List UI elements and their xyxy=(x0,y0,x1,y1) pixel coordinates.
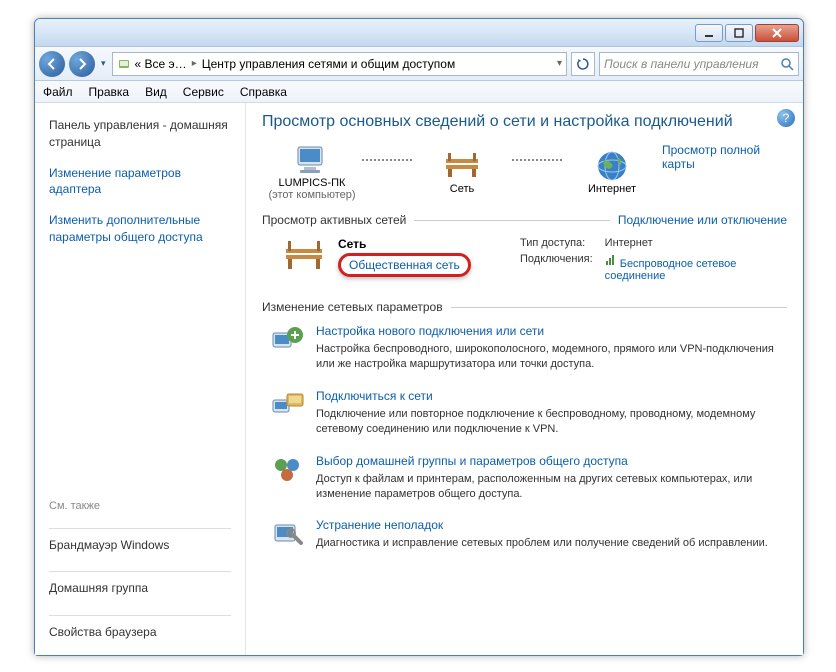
active-network-row: Сеть Общественная сеть Тип доступа: Инте… xyxy=(262,237,787,282)
sidebar-home[interactable]: Панель управления - домашняя страница xyxy=(49,117,231,151)
network-type-link[interactable]: Общественная сеть xyxy=(349,258,460,272)
crumb-1[interactable]: « Все э… xyxy=(135,57,187,71)
sidebar: Панель управления - домашняя страница Из… xyxy=(35,103,245,655)
network-label: Сеть xyxy=(450,183,474,195)
task-connect-network: Подключиться к сети Подключение или повт… xyxy=(262,389,787,438)
task-desc: Подключение или повторное подключение к … xyxy=(316,407,787,438)
highlight-pill: Общественная сеть xyxy=(338,253,471,277)
sidebar-homegroup[interactable]: Домашняя группа xyxy=(49,580,231,597)
task-new-connection: Настройка нового подключения или сети На… xyxy=(262,324,787,373)
access-type-label: Тип доступа: xyxy=(520,237,593,249)
window: ▾ « Все э… ▸ Центр управления сетями и о… xyxy=(34,18,804,656)
change-params-label: Изменение сетевых параметров xyxy=(262,300,443,314)
wifi-icon xyxy=(605,253,617,267)
connections-label: Подключения: xyxy=(520,253,593,282)
network-map: LUMPICS-ПК (этот компьютер) Сеть xyxy=(262,143,787,201)
task-title[interactable]: Настройка нового подключения или сети xyxy=(316,324,787,338)
menu-view[interactable]: Вид xyxy=(145,85,167,99)
task-desc: Доступ к файлам и принтерам, расположенн… xyxy=(316,472,787,503)
main-content: ? Просмотр основных сведений о сети и на… xyxy=(245,103,803,655)
connect-network-icon xyxy=(270,389,306,419)
menu-edit[interactable]: Правка xyxy=(89,85,130,99)
navbar: ▾ « Все э… ▸ Центр управления сетями и о… xyxy=(35,47,803,81)
bench-icon xyxy=(282,237,326,275)
address-dropdown-icon[interactable]: ▾ xyxy=(557,58,566,69)
task-desc: Диагностика и исправление сетевых пробле… xyxy=(316,536,768,551)
help-icon[interactable]: ? xyxy=(777,109,795,127)
network-properties: Тип доступа: Интернет Подключения: Беспр… xyxy=(520,237,787,282)
pc-sub: (этот компьютер) xyxy=(268,189,355,201)
map-item-pc: LUMPICS-ПК (этот компьютер) xyxy=(262,143,362,201)
task-desc: Настройка беспроводного, широкополосного… xyxy=(316,342,787,373)
connect-disconnect-link[interactable]: Подключение или отключение xyxy=(618,213,787,227)
menu-help[interactable]: Справка xyxy=(240,85,287,99)
network-name: Сеть xyxy=(338,237,508,251)
sidebar-sharing-settings[interactable]: Изменить дополнительные параметры общего… xyxy=(49,212,231,246)
menubar: Файл Правка Вид Сервис Справка xyxy=(35,81,803,103)
back-button[interactable] xyxy=(39,51,65,77)
new-connection-icon xyxy=(270,324,306,354)
task-title[interactable]: Устранение неполадок xyxy=(316,518,768,532)
task-troubleshoot: Устранение неполадок Диагностика и испра… xyxy=(262,518,787,551)
address-bar[interactable]: « Все э… ▸ Центр управления сетями и общ… xyxy=(112,52,567,76)
task-title[interactable]: Выбор домашней группы и параметров общег… xyxy=(316,454,787,468)
close-button[interactable] xyxy=(755,24,799,42)
search-placeholder: Поиск в панели управления xyxy=(604,57,759,71)
map-item-internet: Интернет xyxy=(562,149,662,195)
network-details: Сеть Общественная сеть xyxy=(338,237,508,277)
map-connector xyxy=(512,159,562,161)
bench-icon xyxy=(442,149,482,183)
connection-link[interactable]: Беспроводное сетевое соединение xyxy=(605,258,737,282)
troubleshoot-icon xyxy=(270,518,306,548)
full-map-link[interactable]: Просмотр полной карты xyxy=(662,143,787,171)
active-networks-label: Просмотр активных сетей xyxy=(262,213,406,227)
crumb-2[interactable]: Центр управления сетями и общим доступом xyxy=(202,57,456,71)
search-icon[interactable] xyxy=(780,57,794,71)
globe-icon xyxy=(592,149,632,183)
breadcrumb[interactable]: « Все э… ▸ Центр управления сетями и общ… xyxy=(135,57,456,71)
maximize-button[interactable] xyxy=(725,24,753,42)
titlebar xyxy=(35,19,803,47)
homegroup-icon xyxy=(270,454,306,484)
see-also-label: См. также xyxy=(49,500,231,512)
menu-file[interactable]: Файл xyxy=(43,85,73,99)
sidebar-firewall[interactable]: Брандмауэр Windows xyxy=(49,537,231,554)
task-homegroup: Выбор домашней группы и параметров общег… xyxy=(262,454,787,503)
map-item-network: Сеть xyxy=(412,149,512,195)
menu-service[interactable]: Сервис xyxy=(183,85,224,99)
active-networks-header: Просмотр активных сетей Подключение или … xyxy=(262,213,787,227)
computer-icon xyxy=(292,143,332,177)
history-dropdown-icon[interactable]: ▾ xyxy=(99,58,108,69)
sidebar-browser[interactable]: Свойства браузера xyxy=(49,624,231,641)
minimize-button[interactable] xyxy=(695,24,723,42)
internet-label: Интернет xyxy=(588,183,636,195)
change-params-header: Изменение сетевых параметров xyxy=(262,300,787,314)
body: Панель управления - домашняя страница Из… xyxy=(35,103,803,655)
refresh-button[interactable] xyxy=(571,52,595,76)
task-title[interactable]: Подключиться к сети xyxy=(316,389,787,403)
map-connector xyxy=(362,159,412,161)
sidebar-adapter-settings[interactable]: Изменение параметров адаптера xyxy=(49,165,231,199)
page-title: Просмотр основных сведений о сети и наст… xyxy=(262,113,787,131)
search-input[interactable]: Поиск в панели управления xyxy=(599,52,799,76)
access-type-value: Интернет xyxy=(605,237,787,249)
chevron-right-icon: ▸ xyxy=(192,58,197,69)
pc-name: LUMPICS-ПК xyxy=(279,177,346,189)
forward-button[interactable] xyxy=(69,51,95,77)
